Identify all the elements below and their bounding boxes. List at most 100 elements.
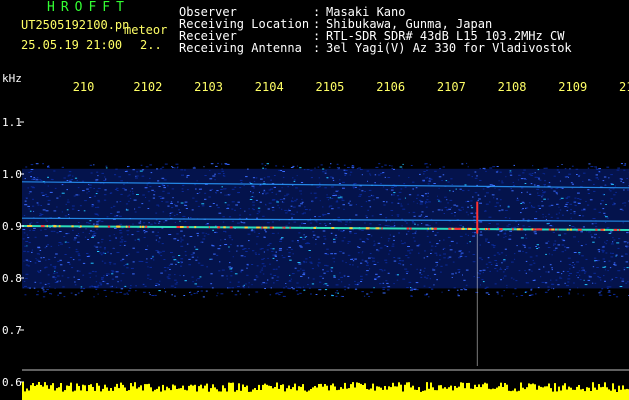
noise-pixel — [462, 208, 464, 210]
noise-pixel — [568, 292, 570, 294]
noise-pixel — [273, 186, 276, 188]
level-bar — [512, 390, 514, 400]
noise-pixel — [359, 169, 363, 170]
noise-pixel — [597, 259, 600, 261]
noise-pixel — [497, 170, 499, 172]
noise-pixel — [322, 168, 325, 170]
noise-pixel — [533, 262, 536, 264]
noise-pixel — [401, 260, 404, 262]
noise-pixel — [564, 168, 567, 170]
noise-pixel — [488, 216, 492, 218]
noise-pixel — [511, 261, 514, 263]
noise-pixel — [251, 284, 253, 286]
noise-pixel — [604, 222, 607, 223]
noise-pixel — [44, 267, 47, 269]
noise-pixel — [290, 213, 293, 215]
noise-pixel — [95, 246, 99, 248]
noise-pixel — [103, 289, 107, 291]
level-bar — [286, 388, 288, 400]
noise-pixel — [360, 206, 363, 207]
noise-pixel — [593, 190, 596, 192]
noise-pixel — [591, 223, 594, 225]
noise-pixel — [520, 203, 523, 204]
noise-pixel — [328, 206, 330, 208]
noise-pixel — [292, 253, 294, 255]
noise-pixel — [296, 282, 299, 284]
noise-pixel — [227, 204, 230, 206]
level-bar — [110, 388, 112, 400]
noise-pixel — [322, 277, 324, 279]
level-bar — [486, 383, 488, 400]
noise-pixel — [303, 212, 306, 214]
noise-pixel — [237, 192, 240, 194]
noise-pixel — [398, 198, 401, 200]
carrier-hotspot — [557, 228, 559, 231]
noise-pixel — [145, 249, 148, 250]
noise-pixel — [23, 287, 25, 289]
noise-pixel — [114, 189, 118, 190]
noise-pixel — [574, 264, 576, 265]
noise-pixel — [581, 255, 584, 257]
noise-pixel — [597, 249, 601, 251]
noise-pixel — [279, 291, 283, 293]
noise-pixel — [301, 198, 303, 200]
noise-pixel — [204, 175, 207, 176]
noise-pixel — [548, 253, 551, 255]
noise-pixel — [543, 173, 546, 175]
level-bar — [36, 384, 38, 400]
level-bar — [508, 390, 510, 400]
noise-pixel — [186, 176, 188, 178]
noise-pixel — [341, 281, 343, 283]
level-bar — [334, 386, 336, 400]
noise-pixel — [575, 230, 579, 232]
noise-pixel — [44, 283, 47, 285]
level-bar — [428, 388, 430, 400]
noise-pixel — [170, 252, 173, 253]
level-bar — [192, 385, 194, 400]
level-bar — [368, 389, 370, 400]
noise-pixel — [289, 259, 292, 261]
noise-pixel — [268, 202, 272, 204]
noise-pixel — [492, 245, 496, 246]
noise-pixel — [317, 265, 320, 267]
noise-pixel — [180, 258, 184, 260]
carrier-hotspot — [125, 225, 128, 228]
noise-pixel — [243, 284, 245, 286]
noise-pixel — [128, 200, 130, 202]
level-bar — [176, 389, 178, 400]
noise-pixel — [322, 215, 325, 217]
carrier-hotspot — [186, 226, 189, 229]
noise-pixel — [158, 205, 160, 207]
noise-pixel — [602, 246, 605, 248]
noise-pixel — [224, 202, 227, 204]
noise-pixel — [337, 197, 341, 199]
carrier-hotspot — [256, 226, 260, 229]
noise-pixel — [89, 230, 92, 232]
noise-pixel — [626, 246, 628, 248]
noise-pixel — [146, 258, 148, 260]
noise-pixel — [77, 210, 80, 211]
noise-pixel — [547, 247, 551, 248]
level-bar — [604, 382, 606, 400]
noise-pixel — [349, 204, 353, 206]
noise-pixel — [199, 276, 202, 278]
noise-pixel — [494, 268, 497, 269]
noise-pixel — [174, 221, 176, 223]
noise-pixel — [462, 190, 465, 192]
noise-pixel — [246, 274, 249, 276]
noise-pixel — [577, 241, 580, 243]
noise-pixel — [474, 231, 476, 233]
level-bar — [530, 384, 532, 400]
noise-pixel — [545, 242, 548, 244]
noise-pixel — [192, 281, 194, 283]
level-bar — [82, 384, 84, 400]
noise-pixel — [625, 245, 628, 247]
noise-pixel — [49, 191, 53, 193]
noise-pixel — [378, 224, 382, 226]
noise-pixel — [194, 184, 196, 186]
noise-pixel — [428, 286, 431, 288]
level-bar — [542, 387, 544, 400]
noise-pixel — [70, 292, 73, 294]
noise-pixel — [520, 212, 522, 214]
level-bar — [128, 390, 130, 400]
